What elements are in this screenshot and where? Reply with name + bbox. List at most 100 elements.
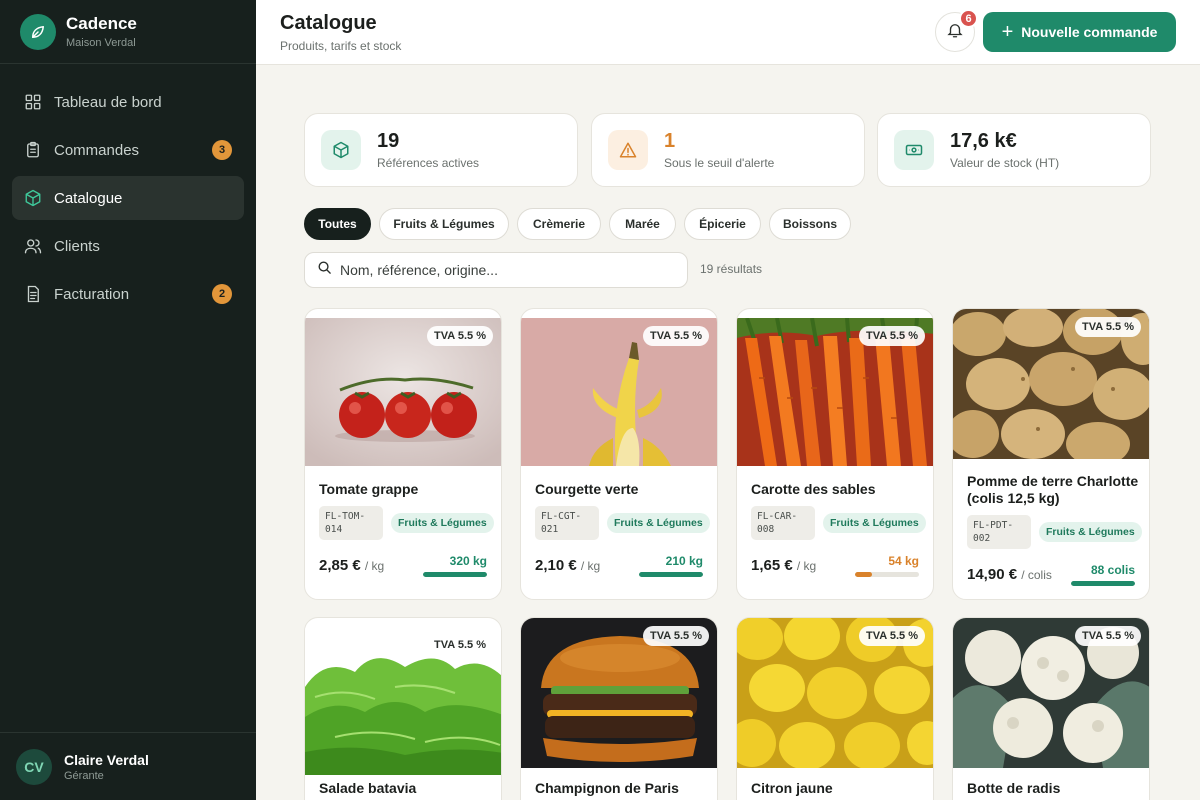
filter-chip-boissons[interactable]: Boissons xyxy=(769,208,851,240)
stock-bar-fill xyxy=(639,572,703,577)
tva-badge: TVA 5.5 % xyxy=(427,635,493,655)
product-card[interactable]: TVA 5.5 % Salade batavia xyxy=(304,617,502,800)
stock-level: 88 colis xyxy=(1090,563,1135,577)
count-badge: 3 xyxy=(212,140,232,160)
sidebar-item-facturation[interactable]: Facturation 2 xyxy=(12,272,244,316)
product-image: TVA 5.5 % xyxy=(953,618,1149,768)
product-name: Carotte des sables xyxy=(751,481,876,497)
product-name: Botte de radis xyxy=(967,780,1061,796)
product-ref-line: 021 xyxy=(541,524,559,535)
category-badge: Fruits & Légumes xyxy=(607,513,710,533)
notification-count-badge: 6 xyxy=(959,9,978,28)
stat-value: 17,6 k€ xyxy=(950,130,1017,152)
stat-card-active-refs: 19 Références actives xyxy=(304,113,578,187)
product-image: TVA 5.5 % xyxy=(953,309,1149,459)
search-icon xyxy=(317,260,332,280)
filter-chip-cremerie[interactable]: Crèmerie xyxy=(517,208,601,240)
results-count: 19 résultats xyxy=(700,262,763,276)
tva-badge: TVA 5.5 % xyxy=(859,626,925,646)
dashboard-icon xyxy=(24,93,42,111)
product-ref: FL-CGT- 021 xyxy=(535,506,599,540)
product-image: TVA 5.5 % xyxy=(305,318,501,466)
new-order-button[interactable]: + Nouvelle commande xyxy=(983,12,1176,52)
sidebar-item-catalogue[interactable]: Catalogue xyxy=(12,176,244,220)
stock-bar xyxy=(1071,581,1135,586)
price-value: 2,85 € xyxy=(319,557,361,574)
stat-label: Références actives xyxy=(377,156,480,170)
category-badge: Fruits & Légumes xyxy=(823,513,926,533)
product-card[interactable]: TVA 5.5 % Champignon de Paris xyxy=(520,617,718,800)
product-ref-line: FL-TOM- xyxy=(325,511,366,522)
price-value: 1,65 € xyxy=(751,557,793,574)
stat-card-alert: 1 Sous le seuil d'alerte xyxy=(591,113,865,187)
avatar: CV xyxy=(16,748,52,785)
users-icon xyxy=(24,237,42,255)
stock-bar-fill xyxy=(855,572,873,577)
filter-chip-epicerie[interactable]: Épicerie xyxy=(684,208,761,240)
search-box[interactable] xyxy=(304,252,688,288)
sidebar-item-tableau-de-bord[interactable]: Tableau de bord xyxy=(12,80,244,124)
category-badge: Fruits & Légumes xyxy=(391,513,494,533)
tva-badge: TVA 5.5 % xyxy=(427,326,493,346)
product-card[interactable]: TVA 5.5 % Tomate grappe FL-TOM- 014 Fruit… xyxy=(304,308,502,600)
product-ref: FL-PDT- 002 xyxy=(967,515,1031,549)
user-profile[interactable]: CV Claire Verdal Gérante xyxy=(0,732,256,800)
product-ref-line: 008 xyxy=(757,524,775,535)
product-image: TVA 5.5 % xyxy=(305,627,501,775)
sidebar-item-commandes[interactable]: Commandes 3 xyxy=(12,128,244,172)
product-ref-line: 014 xyxy=(325,524,343,535)
top-header: Catalogue Produits, tarifs et stock 6 + … xyxy=(256,0,1200,65)
stat-label: Sous le seuil d'alerte xyxy=(664,156,775,170)
stat-value: 19 xyxy=(377,130,400,152)
price-unit: / kg xyxy=(796,559,817,573)
sidebar-item-label: Clients xyxy=(54,237,100,255)
product-name: Salade batavia xyxy=(319,780,417,796)
filter-chip-maree[interactable]: Marée xyxy=(609,208,676,240)
search-input[interactable] xyxy=(340,262,670,278)
product-card[interactable]: TVA 5.5 % Botte de radis xyxy=(952,617,1150,800)
product-price: 1,65 € / kg xyxy=(751,557,816,574)
invoice-icon xyxy=(24,285,42,303)
stock-bar xyxy=(423,572,487,577)
product-ref-line: FL-CGT- xyxy=(541,511,582,522)
product-price: 2,85 € / kg xyxy=(319,557,384,574)
stock-level: 54 kg xyxy=(888,554,919,568)
stock-bar xyxy=(639,572,703,577)
sidebar-item-label: Catalogue xyxy=(54,189,123,207)
product-name: Courgette verte xyxy=(535,481,639,497)
product-image: TVA 5.5 % xyxy=(521,618,717,768)
brand[interactable]: Cadence Maison Verdal xyxy=(0,0,256,64)
count-badge: 2 xyxy=(212,284,232,304)
product-ref: FL-TOM- 014 xyxy=(319,506,383,540)
filter-chip-fruits-legumes[interactable]: Fruits & Légumes xyxy=(379,208,509,240)
price-unit: / kg xyxy=(580,559,601,573)
box-icon xyxy=(321,130,361,170)
stock-bar-fill xyxy=(1071,581,1135,586)
product-card[interactable]: TVA 5.5 % Pomme de terre Charlotte (coli… xyxy=(952,308,1150,600)
product-price: 2,10 € / kg xyxy=(535,557,600,574)
product-name: Citron jaune xyxy=(751,780,833,796)
stat-value: 1 xyxy=(664,130,676,152)
plus-icon: + xyxy=(1001,21,1014,43)
product-image: TVA 5.5 % xyxy=(737,618,933,768)
product-card[interactable]: TVA 5.5 % Carotte des sables FL-CAR- 008 … xyxy=(736,308,934,600)
product-card[interactable]: TVA 5.5 % Courgette verte FL-CGT- 021 Fru… xyxy=(520,308,718,600)
sidebar: Cadence Maison Verdal Tableau de bord Co… xyxy=(0,0,256,800)
tva-badge: TVA 5.5 % xyxy=(643,326,709,346)
product-name: Tomate grappe xyxy=(319,481,419,497)
price-value: 14,90 € xyxy=(967,566,1018,583)
stock-bar xyxy=(855,572,919,577)
app-subtitle: Maison Verdal xyxy=(66,36,136,49)
app-name: Cadence xyxy=(66,13,137,33)
tva-badge: TVA 5.5 % xyxy=(1075,626,1141,646)
product-ref-line: FL-CAR- xyxy=(757,511,798,522)
stock-level: 320 kg xyxy=(449,554,487,568)
product-card[interactable]: TVA 5.5 % Citron jaune xyxy=(736,617,934,800)
tva-badge: TVA 5.5 % xyxy=(859,326,925,346)
tva-badge: TVA 5.5 % xyxy=(1075,317,1141,337)
sidebar-item-clients[interactable]: Clients xyxy=(12,224,244,268)
product-ref-line: FL-PDT- xyxy=(973,520,1014,531)
filter-chip-toutes[interactable]: Toutes xyxy=(304,208,371,240)
product-image: TVA 5.5 % xyxy=(521,318,717,466)
product-ref-line: 002 xyxy=(973,533,991,544)
